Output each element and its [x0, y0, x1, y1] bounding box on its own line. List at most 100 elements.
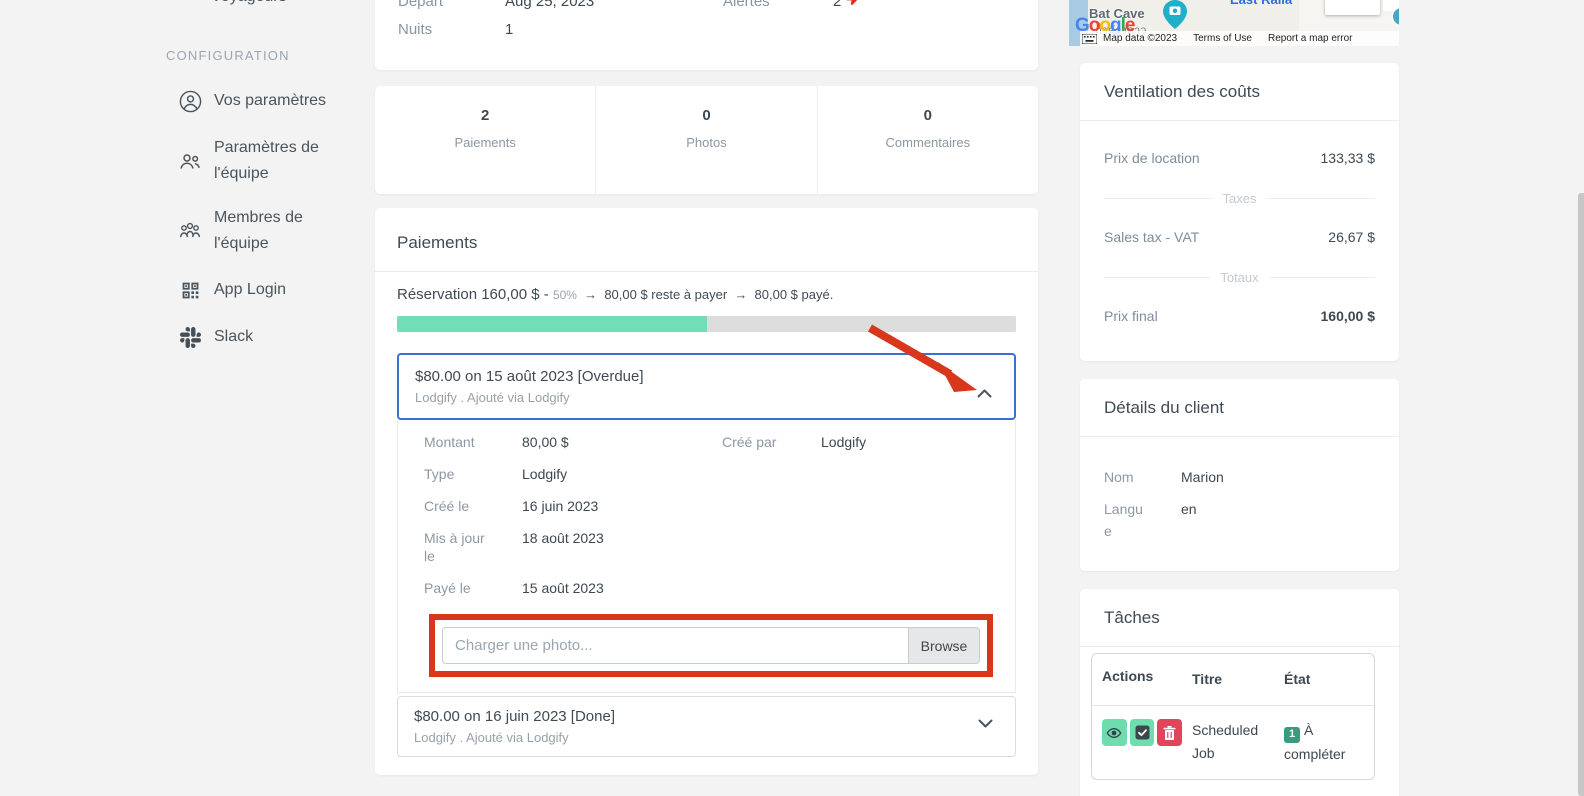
- stat-label: Commentaires: [885, 135, 971, 150]
- sidebar-item-vos-parametres[interactable]: Vos paramètres: [178, 88, 346, 114]
- keyboard-icon[interactable]: [1082, 33, 1097, 44]
- sidebar-item-parametres-equipe[interactable]: Paramètres de l'équipe: [178, 135, 346, 187]
- totals-divider: Totaux: [1080, 269, 1399, 285]
- client-lang-label: Langue: [1104, 501, 1143, 539]
- payments-card: Paiements Réservation 160,00 $ - 50% → 8…: [375, 208, 1038, 775]
- tasks-table-header: Actions Titre État: [1092, 654, 1374, 706]
- map[interactable]: East Raila Bat Cave ถ้ำค้างคาว Google Ma…: [1069, 0, 1399, 46]
- stat-paiements: 2 Paiements: [375, 86, 595, 194]
- checkbox-icon: [1135, 725, 1149, 740]
- photo-upload-input[interactable]: [442, 627, 908, 664]
- tax-row: Sales tax - VAT 26,67 $: [1080, 229, 1399, 245]
- detail-value: 15 août 2023: [522, 580, 604, 596]
- map-data-text: Map data ©2023: [1103, 33, 1178, 44]
- detail-value: 80,00 $: [522, 434, 569, 450]
- costs-title: Ventilation des coûts: [1080, 63, 1399, 121]
- detail-value: 18 août 2023: [522, 530, 604, 546]
- detail-value: Lodgify: [522, 466, 568, 482]
- stat-commentaires: 0 Commentaires: [816, 86, 1038, 194]
- terms-of-use-link[interactable]: Terms of Use: [1193, 33, 1252, 44]
- rent-value: 133,33 $: [1320, 150, 1376, 166]
- sidebar-item-label: Membres de l'équipe: [214, 209, 303, 252]
- sidebar-item-label: Vos paramètres: [214, 92, 327, 109]
- arrow-glyph: →: [734, 287, 748, 302]
- reservation-amount: Réservation 160,00 $ -: [397, 286, 549, 303]
- sidebar-item-label: App Login: [214, 281, 287, 298]
- map-attribution-bar: Map data ©2023 Terms of Use Report a map…: [1080, 31, 1399, 46]
- slack-icon: [178, 325, 202, 349]
- stat-label: Paiements: [454, 135, 516, 150]
- final-price-row: Prix final 160,00 $: [1080, 308, 1399, 324]
- detail-row: Type Lodgify: [398, 458, 1015, 490]
- detail-row: Créé le 16 juin 2023: [398, 490, 1015, 522]
- client-lang-value: en: [1181, 501, 1197, 517]
- nuits-value: 1: [505, 21, 514, 38]
- tasks-card: Tâches Actions Titre État Scheduled Job …: [1080, 589, 1399, 796]
- column-etat: État: [1284, 671, 1311, 687]
- payment-details: Montant 80,00 $ Créé par Lodgify Type Lo…: [397, 420, 1016, 693]
- detail-label: Créé le: [424, 498, 470, 514]
- reservation-percent: 50%: [552, 288, 577, 302]
- detail-label: Montant: [424, 434, 475, 450]
- taxes-divider: Taxes: [1080, 190, 1399, 206]
- column-titre: Titre: [1192, 671, 1223, 687]
- chevron-up-icon[interactable]: [977, 385, 992, 403]
- payments-title: Paiements: [375, 208, 1038, 272]
- sidebar-item-slack[interactable]: Slack: [178, 324, 346, 350]
- map-area-label: East Raila: [1230, 0, 1292, 7]
- detail-row: Payé le 15 août 2023: [398, 572, 1015, 604]
- client-lang-row: Langue en: [1080, 498, 1399, 542]
- column-actions: Actions: [1102, 668, 1154, 684]
- photo-upload-group: Browse: [442, 627, 980, 664]
- payment-progress-bar: [397, 316, 1016, 332]
- client-details-card: Détails du client Nom Marion Langue en: [1080, 379, 1399, 571]
- map-control-button[interactable]: [1325, 0, 1380, 15]
- client-name-row: Nom Marion: [1080, 466, 1399, 488]
- stat-label: Photos: [686, 135, 727, 150]
- task-status: 1À compléter: [1274, 706, 1374, 779]
- detail-value: Lodgify: [821, 434, 867, 450]
- report-map-error-link[interactable]: Report a map error: [1268, 33, 1352, 44]
- payment-item-overdue-header[interactable]: $80.00 on 15 août 2023 [Overdue] Lodgify…: [397, 353, 1016, 420]
- stat-photos: 0 Photos: [595, 86, 816, 194]
- sidebar: Voyageurs CONFIGURATION Vos paramètres P…: [0, 0, 375, 796]
- task-count-badge: 1: [1284, 726, 1300, 743]
- payment-item-done-header[interactable]: $80.00 on 16 juin 2023 [Done] Lodgify . …: [397, 696, 1016, 757]
- stat-value: 2: [480, 107, 490, 124]
- sidebar-item-membres-equipe[interactable]: Membres de l'équipe: [178, 205, 346, 257]
- payment-title: $80.00 on 16 juin 2023 [Done]: [414, 708, 615, 725]
- client-name-label: Nom: [1104, 469, 1134, 485]
- cost-breakdown-card: Ventilation des coûts Prix de location 1…: [1080, 63, 1399, 361]
- tax-label: Sales tax - VAT: [1104, 229, 1200, 245]
- qr-code-icon: [178, 278, 202, 302]
- trash-icon: [1163, 725, 1176, 740]
- detail-row: Mis à jour le 18 août 2023: [398, 522, 1015, 572]
- booking-info-card: Départ Aug 25, 2023 Alertes 2 Nuits 1: [375, 0, 1038, 70]
- sidebar-item-label: Paramètres de l'équipe: [214, 139, 319, 182]
- delete-task-button[interactable]: [1157, 719, 1183, 746]
- stat-value: 0: [923, 107, 932, 124]
- tasks-title: Tâches: [1080, 589, 1399, 647]
- sidebar-item-app-login[interactable]: App Login: [178, 277, 346, 303]
- app-screen: Voyageurs CONFIGURATION Vos paramètres P…: [0, 0, 1584, 796]
- browse-button[interactable]: Browse: [908, 627, 980, 664]
- chevron-down-icon[interactable]: [978, 715, 993, 733]
- scrollbar-thumb[interactable]: [1578, 193, 1584, 796]
- eye-icon: [1106, 727, 1122, 738]
- sidebar-item-voyageurs[interactable]: Voyageurs: [211, 0, 287, 6]
- map-camera-pin-icon: [1163, 0, 1187, 34]
- progress-fill: [397, 316, 707, 332]
- remaining-amount: 80,00 $ reste à payer: [604, 287, 728, 302]
- payment-title: $80.00 on 15 août 2023 [Overdue]: [415, 368, 644, 385]
- nuits-label: Nuits: [398, 21, 433, 38]
- view-task-button[interactable]: [1102, 719, 1127, 746]
- detail-label: Payé le: [424, 580, 471, 596]
- detail-label: Type: [424, 466, 455, 482]
- payment-subtitle: Lodgify . Ajouté via Lodgify: [415, 390, 570, 405]
- complete-task-button[interactable]: [1129, 719, 1155, 746]
- client-title: Détails du client: [1080, 379, 1399, 437]
- team-members-icon: [178, 219, 202, 243]
- tax-value: 26,67 $: [1328, 229, 1375, 245]
- arrow-glyph: →: [584, 287, 598, 302]
- sidebar-section-configuration: CONFIGURATION: [166, 48, 290, 63]
